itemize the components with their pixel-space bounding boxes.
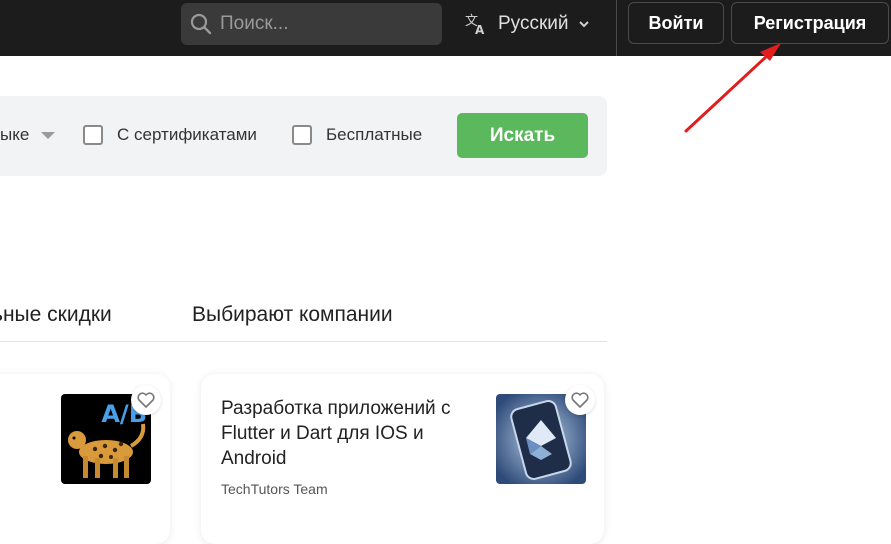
search-box[interactable] — [181, 3, 442, 45]
tab-companies-choose[interactable]: Выбирают компании — [192, 303, 393, 327]
translate-icon: 文A — [464, 12, 488, 36]
search-icon — [190, 13, 212, 35]
chevron-down-icon — [578, 18, 590, 30]
search-input[interactable] — [220, 13, 420, 35]
svg-text:A: A — [475, 23, 485, 36]
category-tabs: ьные скидки Выбирают компании — [0, 290, 607, 342]
filter-panel: ыке С сертификатами Бесплатные Искать — [0, 96, 607, 176]
register-button[interactable]: Регистрация — [731, 2, 889, 44]
checkbox-square[interactable] — [83, 125, 103, 145]
tab-discounts[interactable]: ьные скидки — [0, 303, 112, 327]
favorite-heart-button[interactable] — [565, 385, 595, 415]
favorite-heart-button[interactable] — [131, 385, 161, 415]
free-checkbox[interactable]: Бесплатные — [292, 125, 422, 145]
course-card[interactable]: A/B — [0, 374, 170, 544]
language-filter-select[interactable]: ыке — [0, 125, 56, 145]
course-title[interactable]: Разработка приложений с Flutter и Dart д… — [221, 396, 476, 471]
language-label: Русский — [498, 13, 569, 34]
course-card[interactable]: Разработка приложений с Flutter и Dart д… — [201, 374, 604, 544]
checkbox-square[interactable] — [292, 125, 312, 145]
language-selector[interactable]: 文A Русский — [464, 6, 590, 42]
free-label: Бесплатные — [326, 125, 423, 144]
login-button[interactable]: Войти — [628, 2, 724, 44]
select-value: ыке — [0, 125, 30, 144]
heart-icon — [137, 392, 155, 408]
heart-icon — [571, 392, 589, 408]
header-divider — [616, 0, 617, 56]
caret-down-icon — [41, 131, 56, 139]
search-submit-button[interactable]: Искать — [457, 113, 588, 158]
top-header: 文A Русский Войти Регистрация — [0, 0, 891, 56]
certificates-checkbox[interactable]: С сертификатами — [83, 125, 257, 145]
certificates-label: С сертификатами — [117, 125, 257, 144]
course-author: TechTutors Team — [221, 481, 328, 497]
